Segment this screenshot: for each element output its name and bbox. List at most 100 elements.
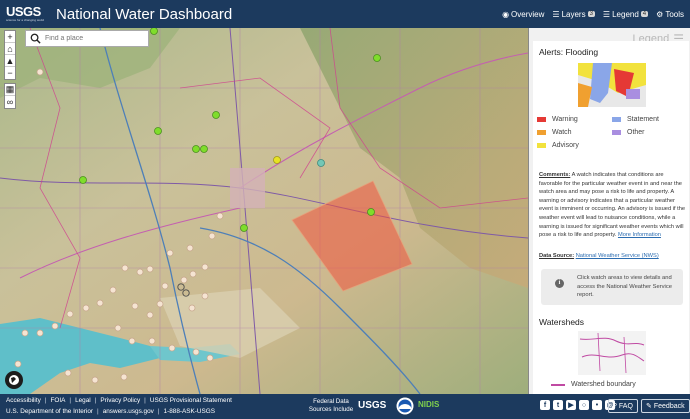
nav-layers-label: Layers [561, 9, 586, 19]
feedback-button[interactable]: ✎ Feedback [641, 399, 690, 413]
nav-tools[interactable]: ⚙ Tools [656, 10, 684, 19]
legend-watch: Watch [537, 129, 612, 136]
home-icon: ⌂ [7, 43, 13, 54]
app-footer: Accessibility | FOIA | Legal | Privacy Poli… [0, 394, 690, 419]
watershed-boundary-swatch [551, 383, 565, 386]
feedback-label: Feedback [653, 402, 685, 410]
basemap-tool-button[interactable]: ▦ [5, 84, 15, 96]
alerts-comments: Comments: A watch indicates that conditi… [539, 171, 687, 240]
comments-text: A watch indicates that conditions are fa… [539, 172, 686, 239]
statement-swatch [612, 117, 621, 122]
search-icon [30, 33, 41, 44]
link-provisional-statement[interactable]: USGS Provisional Statement [150, 397, 232, 404]
feedback-icon: ✎ [646, 403, 652, 410]
twitter-icon[interactable]: t [553, 400, 563, 410]
data-source-label: Data Source: [539, 253, 575, 259]
question-icon: ? [613, 402, 617, 410]
warning-swatch [537, 117, 546, 122]
nidis-logo[interactable]: NIDIS [418, 400, 439, 409]
legend-advisory: Advisory [537, 142, 613, 149]
instagram-icon[interactable]: ○ [579, 400, 589, 410]
legend-other: Other [612, 129, 687, 136]
faq-button[interactable]: ? FAQ [608, 399, 638, 413]
legend-count-badge: 4 [640, 11, 649, 17]
facebook-icon[interactable]: f [540, 400, 550, 410]
more-information-link[interactable]: More Information [618, 232, 661, 238]
flood-alerts-legend: Alerts: Flooding Warning Statement Watch… [533, 41, 689, 326]
zoom-control: + ⌂ ▲ − [4, 30, 16, 80]
federal-sources-label: Federal Data Sources Include [308, 398, 354, 413]
nws-link[interactable]: National Weather Service (NWS) [576, 253, 659, 259]
basemap-toggle-button[interactable] [5, 371, 23, 389]
nav-overview-label: Overview [511, 9, 545, 19]
share-link-button[interactable]: ∞ [5, 96, 15, 108]
search-input[interactable] [45, 35, 145, 42]
nav-overview[interactable]: ◉ Overview [502, 10, 544, 19]
layers-icon: ☰ [552, 9, 560, 19]
watch-swatch [537, 130, 546, 135]
link-doi[interactable]: U.S. Department of the Interior [6, 408, 93, 415]
app-title: National Water Dashboard [56, 5, 233, 23]
usgs-partner-logo[interactable]: USGS [358, 400, 386, 411]
link-icon: ∞ [6, 97, 14, 107]
info-callout: i Click watch areas to view details and … [541, 269, 683, 305]
info-text: Click watch areas to view details and ac… [577, 275, 672, 298]
nav-tools-label: Tools [665, 9, 684, 19]
footer-links: Accessibility | FOIA | Legal | Privacy Poli… [6, 397, 232, 404]
zoom-in-button[interactable]: + [5, 31, 15, 43]
map-tools: ▦ ∞ [4, 83, 16, 109]
nav-legend[interactable]: ☰ Legend 4 [603, 9, 649, 19]
statement-label: Statement [627, 116, 659, 123]
legend-statement: Statement [612, 116, 687, 123]
globe-icon [9, 375, 19, 385]
phone-number[interactable]: 1-888-ASK-USGS [164, 408, 216, 415]
noaa-logo[interactable] [396, 397, 414, 418]
map-canvas[interactable]: + ⌂ ▲ − ▦ ∞ [0, 28, 528, 394]
logo-text: USGS [6, 4, 41, 19]
link-accessibility[interactable]: Accessibility [6, 397, 41, 404]
flickr-icon[interactable]: • [592, 400, 602, 410]
header-nav: ◉ Overview ☰ Layers 3 ☰ Legend 4 ⚙ Tools [502, 10, 684, 19]
link-privacy-policy[interactable]: Privacy Policy [100, 397, 140, 404]
locate-button[interactable]: ▲ [5, 55, 15, 67]
nav-layers[interactable]: ☰ Layers 3 [552, 10, 595, 19]
link-foia[interactable]: FOIA [50, 397, 65, 404]
alert-type-legend: Warning Statement Watch Other Advisory [537, 113, 687, 152]
advisory-swatch [537, 143, 546, 148]
map-image[interactable] [0, 28, 528, 394]
map-icon: ▦ [5, 84, 15, 94]
link-answers[interactable]: answers.usgs.gov [103, 408, 154, 415]
nav-legend-label: Legend [612, 9, 639, 19]
watershed-boundary-legend: Watershed boundary [551, 381, 636, 388]
youtube-icon[interactable]: ▶ [566, 400, 576, 410]
noaa-logo-icon [396, 397, 414, 415]
logo-tagline: science for a changing world [6, 18, 45, 22]
advisory-label: Advisory [552, 142, 579, 149]
watersheds-thumbnail [578, 331, 646, 375]
usgs-logo[interactable]: USGS science for a changing world [6, 4, 50, 22]
minus-icon: − [7, 68, 13, 78]
eye-icon: ◉ [502, 9, 510, 19]
zoom-out-button[interactable]: − [5, 67, 15, 79]
data-source: Data Source: National Weather Service (N… [539, 253, 659, 259]
plus-icon: + [7, 31, 13, 42]
watch-label: Watch [552, 129, 572, 136]
gear-icon: ⚙ [656, 9, 664, 19]
layers-count-badge: 3 [587, 11, 595, 17]
faq-label: FAQ [618, 402, 633, 410]
other-label: Other [627, 129, 645, 136]
legend-warning: Warning [537, 116, 612, 123]
watersheds-legend: Watersheds Watershed boundary [533, 311, 689, 394]
home-button[interactable]: ⌂ [5, 43, 15, 55]
locate-icon: ▲ [5, 55, 15, 66]
footer-links-secondary: U.S. Department of the Interior | answers… [6, 408, 216, 415]
social-links: f t ▶ ○ • @ [540, 400, 615, 410]
alerts-title: Alerts: Flooding [539, 47, 599, 57]
place-search [25, 30, 149, 47]
alerts-thumbnail [578, 63, 646, 107]
warning-label: Warning [552, 116, 578, 123]
legend-panel: Legend ☰ Alerts: Flooding Warning Statem… [528, 28, 690, 394]
watersheds-title: Watersheds [539, 317, 585, 327]
other-swatch [612, 130, 621, 135]
link-legal[interactable]: Legal [75, 397, 91, 404]
